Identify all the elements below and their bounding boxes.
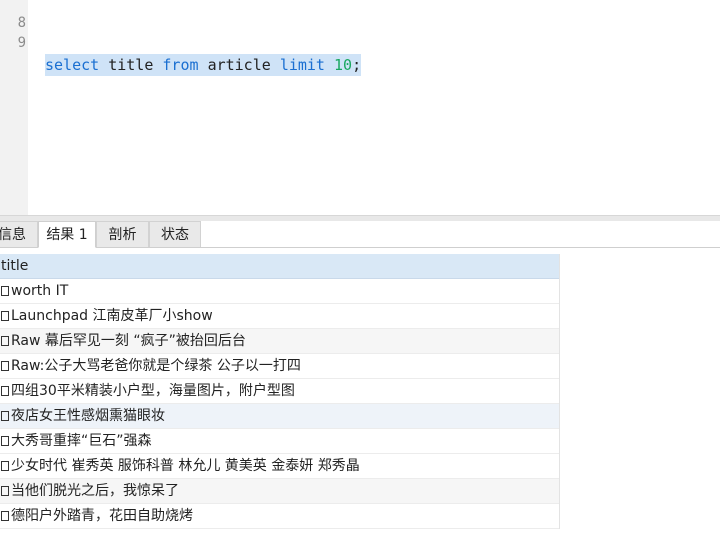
table-row[interactable]: 大秀哥重摔“巨石”强森 [0,429,559,454]
tab-profile[interactable]: 剖析 [96,221,149,247]
result-grid[interactable]: title worth IT Launchpad 江南皮革厂小show Raw … [0,254,560,529]
row-marker-icon [1,361,9,371]
tab-info[interactable]: 信息 [0,221,38,247]
sql-keyword: limit [279,56,325,74]
table-row[interactable]: 德阳户外踏青，花田自助烧烤 [0,504,559,529]
app-window: 8 9 select title from article limit 10; … [0,0,720,541]
table-cell[interactable]: 德阳户外踏青，花田自助烧烤 [11,504,193,528]
sql-editor[interactable]: 8 9 select title from article limit 10; [0,0,720,215]
sql-identifier: article [207,56,271,74]
row-marker-icon [1,436,9,446]
selected-sql-statement[interactable]: select title from article limit 10; [45,54,362,76]
table-cell[interactable]: 四组30平米精装小户型，海量图片，附户型图 [11,379,295,403]
tab-result-1[interactable]: 结果 1 [38,221,96,248]
table-row[interactable]: 夜店女王性感烟熏猫眼妆 [0,404,559,429]
table-cell[interactable]: 当他们脱光之后，我惊呆了 [11,479,179,503]
table-row[interactable]: 四组30平米精装小户型，海量图片，附户型图 [0,379,559,404]
code-line-9[interactable]: 9 select title from article limit 10; [0,10,362,76]
sql-terminator: ; [352,56,362,74]
sql-keyword: from [162,56,199,74]
row-marker-icon [1,411,9,421]
table-cell[interactable]: Raw 幕后罕见一刻 “疯子”被抬回后台 [11,329,246,353]
row-marker-icon [1,336,9,346]
table-cell[interactable]: Launchpad 江南皮革厂小show [11,304,213,328]
table-cell[interactable]: 少女时代 崔秀英 服饰科普 林允儿 黄美英 金泰妍 郑秀晶 [11,454,360,478]
row-marker-icon [1,311,9,321]
row-marker-icon [1,461,9,471]
table-cell[interactable]: 夜店女王性感烟熏猫眼妆 [11,404,165,428]
table-row[interactable]: 少女时代 崔秀英 服饰科普 林允儿 黄美英 金泰妍 郑秀晶 [0,454,559,479]
table-cell[interactable]: Raw:公子大骂老爸你就是个绿茶 公子以一打四 [11,354,301,378]
sql-keyword: select [45,56,100,74]
result-tabbar: 信息 结果 1 剖析 状态 [0,221,720,248]
tab-status[interactable]: 状态 [149,221,201,247]
row-marker-icon [1,486,9,496]
line-number: 9 [17,35,26,51]
row-marker-icon [1,286,9,296]
sql-number: 10 [334,56,353,74]
row-marker-icon [1,511,9,521]
table-row[interactable]: 当他们脱光之后，我惊呆了 [0,479,559,504]
table-row[interactable]: worth IT [0,279,559,304]
tab-label: 信息 [0,227,26,243]
tab-label: 剖析 [108,227,137,243]
tab-label: 状态 [161,227,189,243]
table-cell[interactable]: 大秀哥重摔“巨石”强森 [11,429,152,453]
table-row[interactable]: Raw:公子大骂老爸你就是个绿茶 公子以一打四 [0,354,559,379]
table-row[interactable]: Launchpad 江南皮革厂小show [0,304,559,329]
table-row[interactable]: Raw 幕后罕见一刻 “疯子”被抬回后台 [0,329,559,354]
tab-label: 结果 1 [46,227,88,243]
sql-identifier: title [108,56,154,74]
row-marker-icon [1,386,9,396]
table-cell[interactable]: worth IT [11,279,68,303]
column-header-title[interactable]: title [0,254,559,279]
